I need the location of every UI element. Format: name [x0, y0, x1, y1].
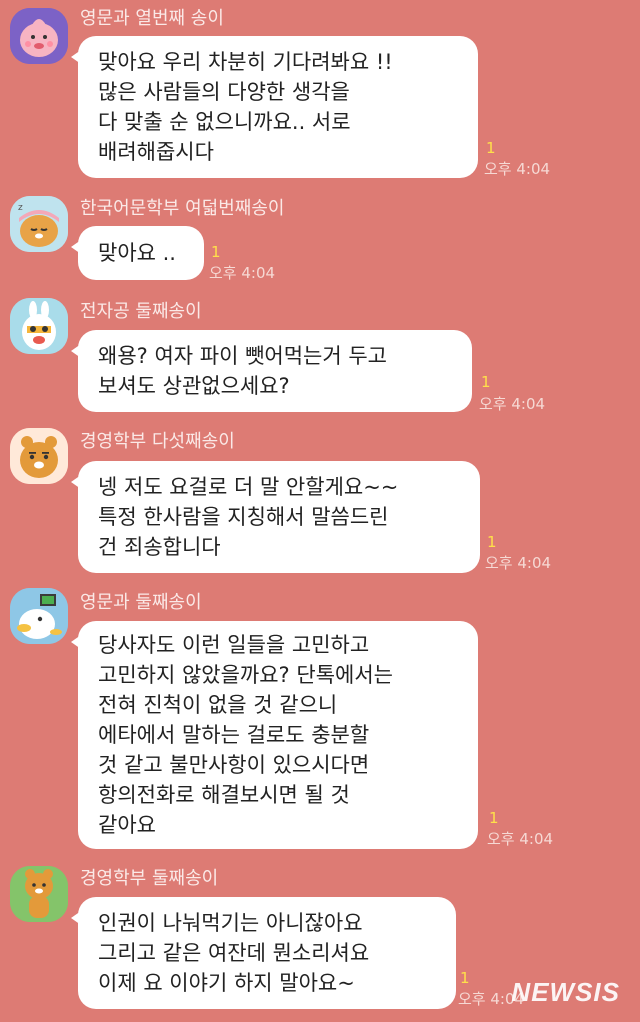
message-time: 오후 4:04	[484, 160, 551, 178]
message-time: 오후 4:04	[479, 395, 546, 413]
unread-count: 1	[486, 139, 496, 157]
sender-name: 영문과 둘째송이	[80, 592, 202, 613]
message-text-line: 당사자도 이런 일들을 고민하고	[98, 633, 370, 657]
unread-count: 1	[211, 243, 221, 261]
message-text-line: 같아요	[98, 813, 156, 837]
message-text-line: 것 같고 불만사항이 있으시다면	[98, 753, 370, 777]
message-text-line: 특정 한사람을 지칭해서 말씀드린	[98, 505, 389, 529]
unread-count: 1	[481, 373, 491, 391]
message-text-line: 많은 사람들의 다양한 생각을	[98, 80, 350, 104]
muzi-avatar-icon[interactable]	[10, 298, 68, 354]
ryan-standing-avatar-icon[interactable]	[10, 866, 68, 922]
message-text-line: 전혀 진척이 없을 것 같으니	[98, 693, 338, 717]
message-bubble[interactable]: 맞아요 ..	[71, 226, 204, 280]
ryan-avatar-icon[interactable]	[10, 428, 68, 484]
message-text-line: 다 맞출 순 없으니까요.. 서로	[98, 110, 351, 134]
message-text-line: 왜용? 여자 파이 뺏어먹는거 두고	[98, 344, 388, 368]
message-text-line: 건 죄송합니다	[98, 535, 221, 559]
message-text-line: 맞아요 ..	[98, 241, 176, 265]
message-text-line: 넹 저도 요걸로 더 말 안할게요~~	[98, 475, 399, 499]
message-text-line: 에타에서 말하는 걸로도 충분할	[98, 723, 370, 747]
message-bubble[interactable]: 왜용? 여자 파이 뺏어먹는거 두고 보셔도 상관없으세요?	[71, 330, 472, 412]
message-bubble[interactable]: 당사자도 이런 일들을 고민하고 고민하지 않았을까요? 단톡에서는 전혀 진척…	[71, 621, 478, 849]
ryan-sleeping-avatar-icon[interactable]: z	[10, 196, 68, 252]
message-bubble[interactable]: 맞아요 우리 차분히 기다려봐요 !! 많은 사람들의 다양한 생각을 다 맞출…	[71, 36, 478, 178]
sender-name: 경영학부 다섯째송이	[80, 431, 235, 452]
apeach-avatar-icon[interactable]	[10, 8, 68, 64]
message-bubble[interactable]: 인권이 나눠먹기는 아니잖아요 그리고 같은 여잔데 뭔소리셔요 이제 요 이야…	[71, 897, 456, 1009]
message-text-line: 인권이 나눠먹기는 아니잖아요	[98, 911, 363, 935]
message-text-line: 배려해줍시다	[98, 140, 214, 164]
message-text-line: 고민하지 않았을까요? 단톡에서는	[98, 663, 393, 687]
unread-count: 1	[489, 809, 499, 827]
sender-name: 경영학부 둘째송이	[80, 868, 219, 889]
message-text-line: 그리고 같은 여잔데 뭔소리셔요	[98, 941, 370, 965]
sender-name: 전자공 둘째송이	[80, 301, 202, 322]
message-time: 오후 4:04	[487, 830, 554, 848]
message-text-line: 이제 요 이야기 하지 말아요~	[98, 971, 355, 995]
message-text-line: 맞아요 우리 차분히 기다려봐요 !!	[98, 50, 393, 74]
message-time: 오후 4:04	[209, 264, 276, 282]
unread-count: 1	[460, 969, 470, 987]
sender-name: 한국어문학부 여덟번째송이	[80, 198, 285, 219]
unread-count: 1	[487, 533, 497, 551]
duck-avatar-icon[interactable]	[10, 588, 68, 644]
message-time: 오후 4:04	[485, 554, 552, 572]
svg-text:z: z	[18, 203, 23, 213]
message-text-line: 항의전화로 해결보시면 될 것	[98, 783, 350, 807]
sender-name: 영문과 열번째 송이	[80, 8, 224, 29]
message-bubble[interactable]: 넹 저도 요걸로 더 말 안할게요~~ 특정 한사람을 지칭해서 말씀드린 건 …	[71, 461, 480, 573]
newsis-watermark: NEWSIS	[511, 977, 620, 1007]
message-text-line: 보셔도 상관없으세요?	[98, 374, 290, 398]
